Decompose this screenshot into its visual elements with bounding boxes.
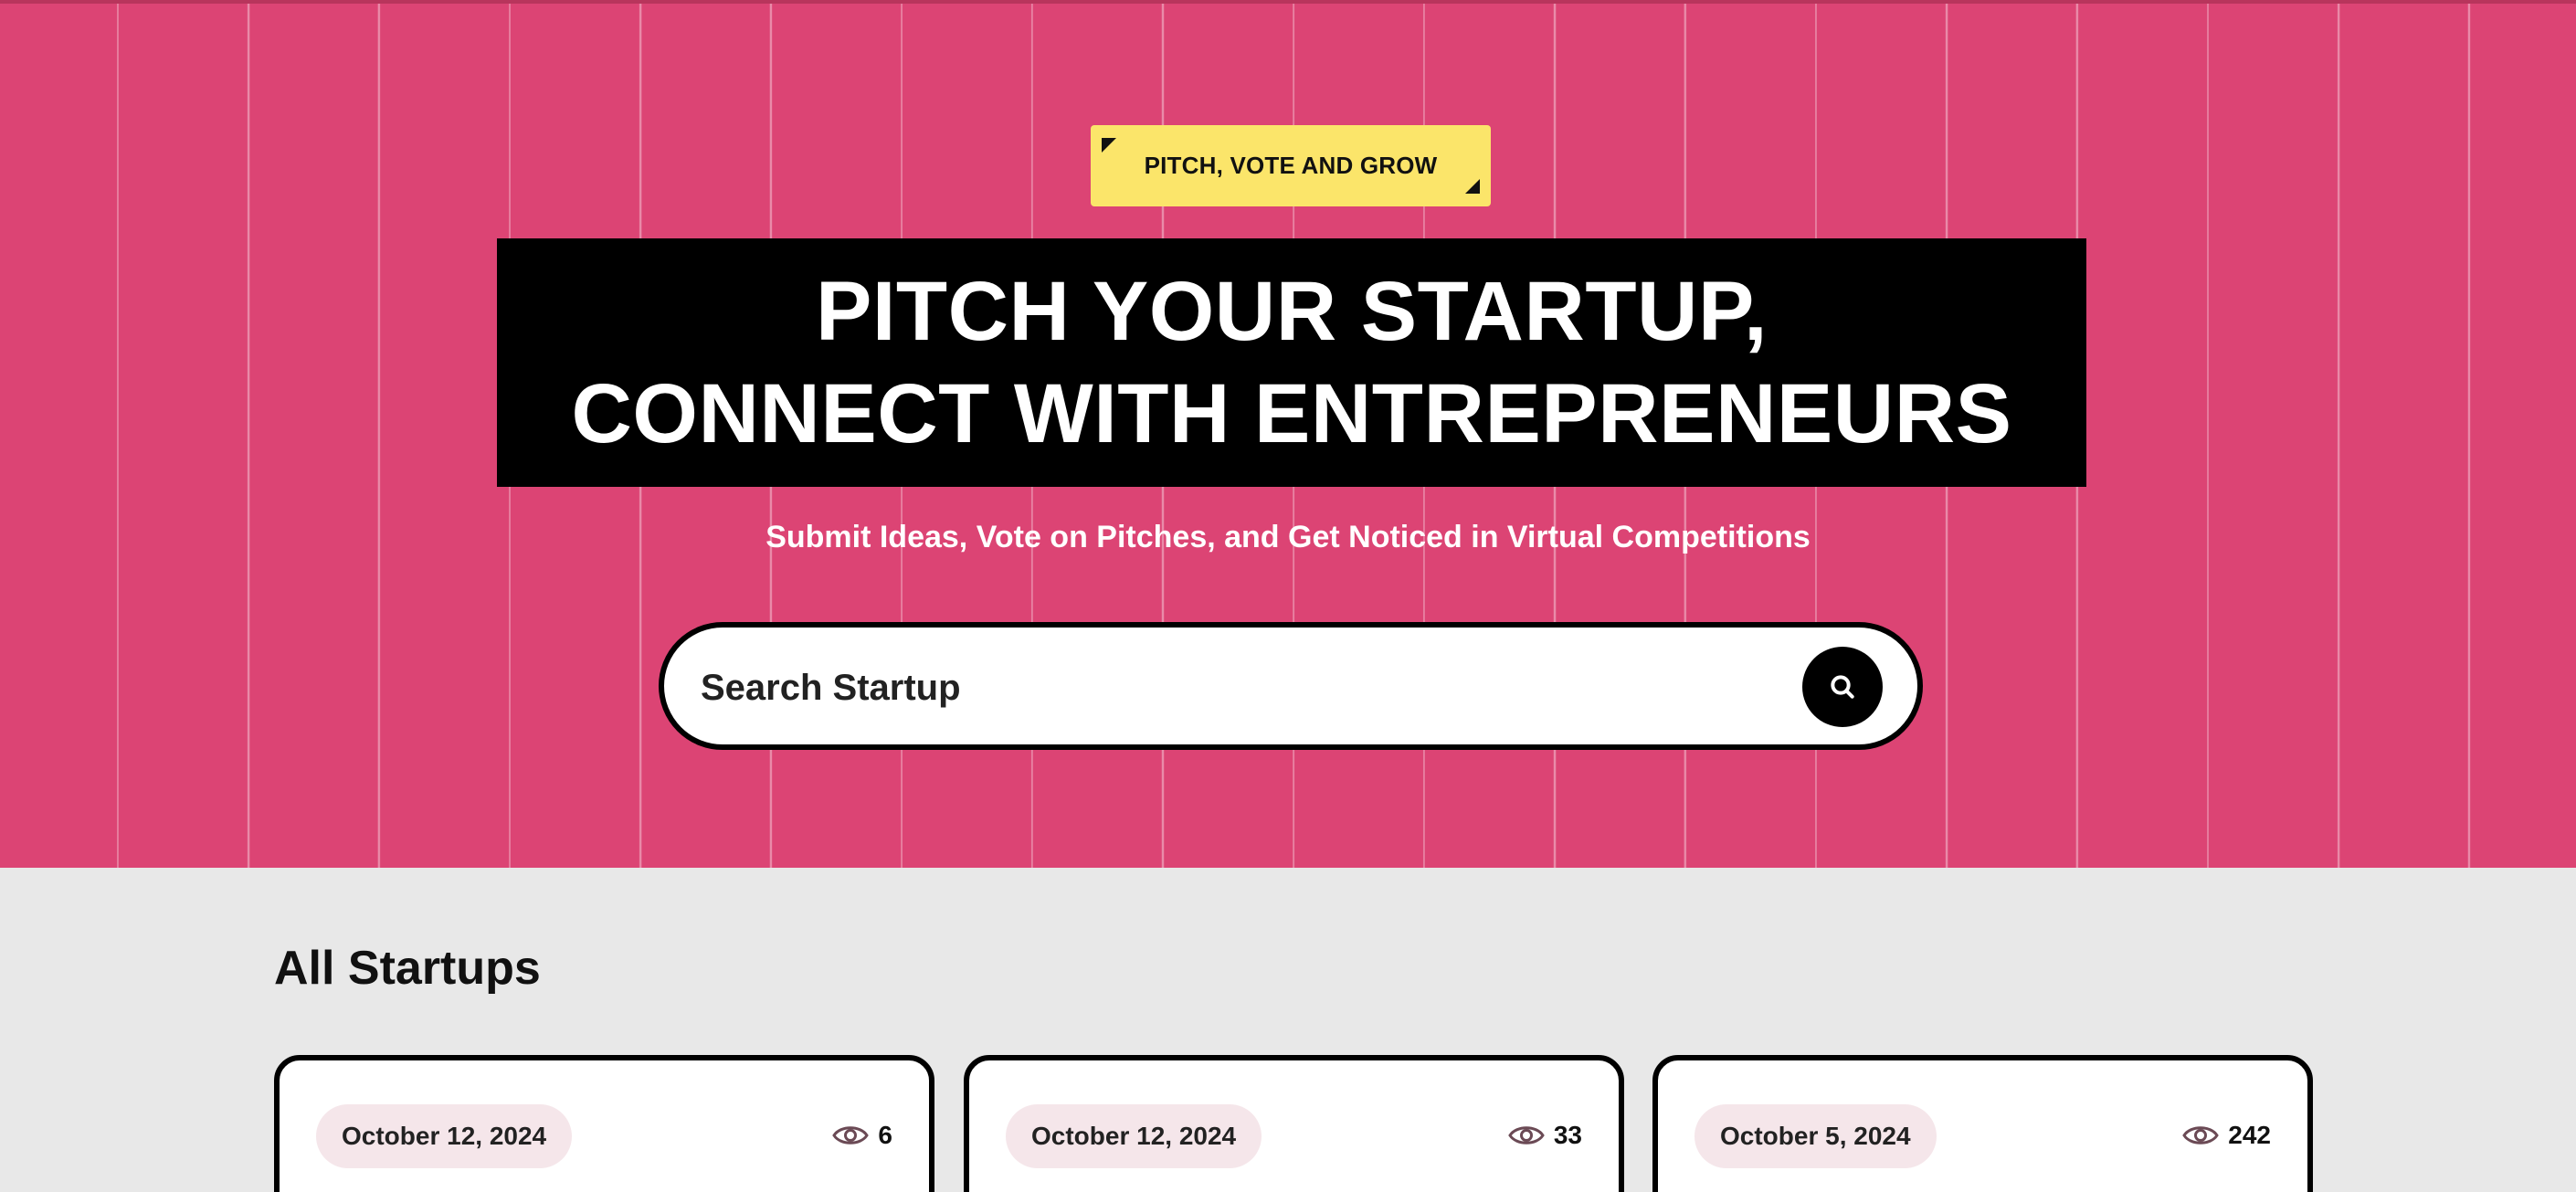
card-views-count: 242 — [2228, 1121, 2271, 1149]
all-startups-title: All Startups — [274, 942, 541, 995]
hero-headline: PITCH YOUR STARTUP, CONNECT WITH ENTREPR… — [497, 238, 2086, 487]
search-icon — [1831, 675, 1854, 699]
card-views-count: 6 — [878, 1121, 892, 1149]
card-date: October 5, 2024 — [1694, 1104, 1937, 1168]
hero-section: PITCH, VOTE AND GROW PITCH YOUR STARTUP,… — [0, 0, 2576, 868]
search-input[interactable] — [699, 655, 1726, 721]
eye-icon — [832, 1126, 870, 1145]
card-date: October 12, 2024 — [1006, 1104, 1262, 1168]
hero-tag: PITCH, VOTE AND GROW — [1091, 125, 1491, 206]
hero-subtitle: Submit Ideas, Vote on Pitches, and Get N… — [765, 520, 1811, 554]
headline-line-2: CONNECT WITH ENTREPRENEURS — [571, 367, 2012, 460]
card-date: October 12, 2024 — [316, 1104, 573, 1168]
eye-icon — [1508, 1126, 1545, 1145]
card-views: 33 — [1508, 1121, 1582, 1150]
tag-corner-icon — [1102, 138, 1116, 153]
headline-line-1: PITCH YOUR STARTUP, — [815, 265, 1768, 358]
card-views: 6 — [832, 1121, 892, 1150]
card-views: 242 — [2182, 1121, 2271, 1150]
eye-icon — [2182, 1126, 2220, 1145]
hero-tag-label: PITCH, VOTE AND GROW — [1144, 152, 1438, 179]
startup-card[interactable]: October 12, 2024 6 — [274, 1055, 934, 1192]
startup-card[interactable]: October 12, 2024 33 — [964, 1055, 1624, 1192]
card-views-count: 33 — [1553, 1121, 1582, 1149]
tag-corner-icon — [1465, 179, 1480, 194]
search-button[interactable] — [1802, 647, 1883, 727]
startup-card[interactable]: October 5, 2024 242 — [1652, 1055, 2313, 1192]
search-form — [659, 622, 1923, 750]
